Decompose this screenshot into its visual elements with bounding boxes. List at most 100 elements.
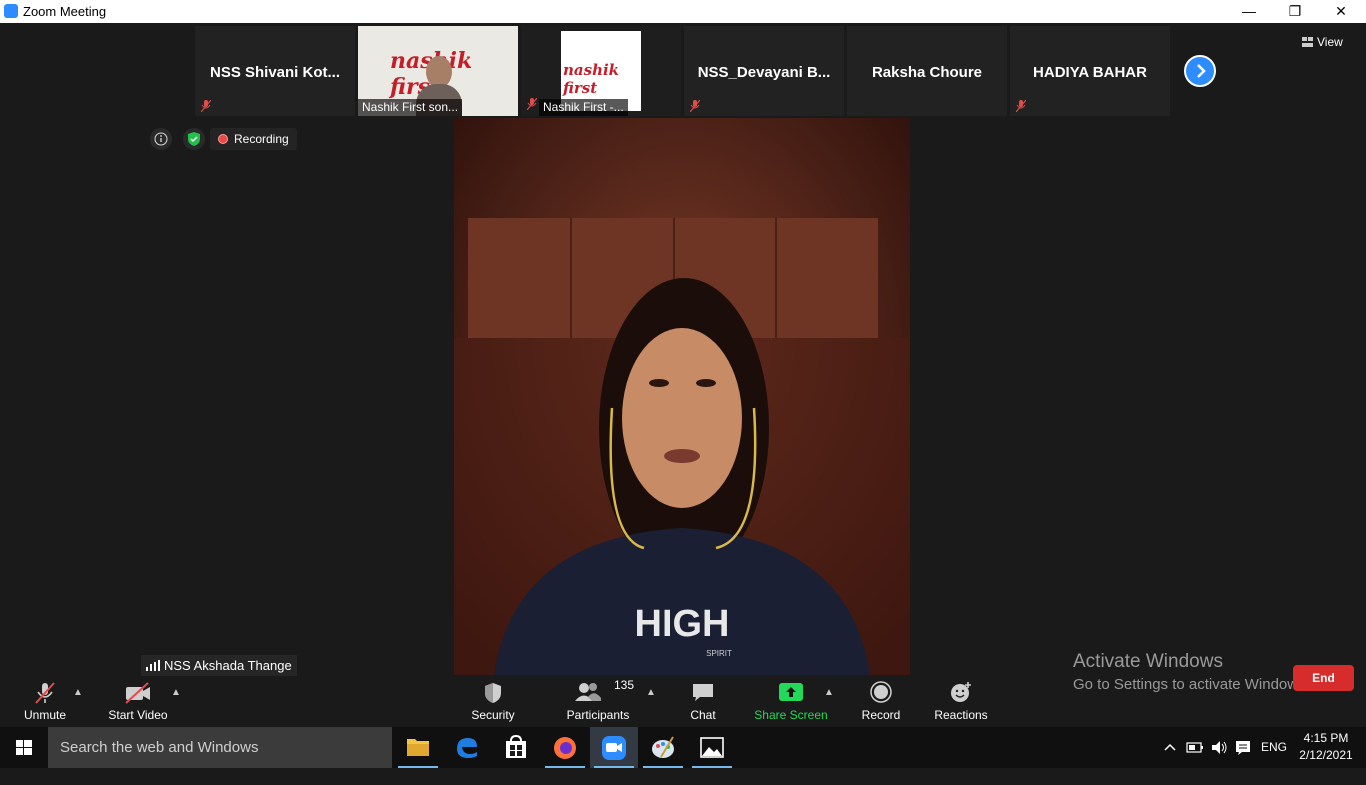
participant-caption: Nashik First -...: [539, 99, 628, 116]
meeting-toolbar: Unmute ▲ Start Video ▲ Security 135 Part…: [0, 673, 1366, 727]
speaker-name: NSS Akshada Thange: [164, 658, 292, 673]
muted-mic-icon: [527, 98, 537, 110]
restore-button[interactable]: ❐: [1272, 0, 1318, 23]
info-icon: [154, 132, 168, 146]
zoom-taskbar-button[interactable]: [590, 727, 638, 768]
reactions-icon: [951, 682, 971, 702]
unmute-button[interactable]: Unmute: [15, 673, 75, 727]
window-titlebar: Zoom Meeting — ❐ ✕: [0, 0, 1366, 23]
chat-button[interactable]: Chat: [678, 673, 728, 727]
store-taskbar-button[interactable]: [492, 727, 540, 768]
recording-indicator[interactable]: Recording: [210, 128, 297, 150]
shield-check-icon: [188, 132, 200, 146]
minimize-button[interactable]: —: [1226, 0, 1272, 23]
folder-icon: [407, 739, 429, 756]
participant-video-tile[interactable]: nashik first Nashik First son...: [358, 26, 518, 116]
security-button[interactable]: Security: [463, 673, 523, 727]
chevron-right-icon: [1197, 64, 1206, 78]
activate-windows-title: Activate Windows: [1073, 651, 1223, 672]
clock-time: 4:15 PM: [1303, 731, 1349, 745]
windows-taskbar: Search the web and Windows ENG 4:15 PM 2…: [0, 727, 1366, 768]
participants-label: Participants: [566, 708, 630, 722]
meeting-area: NSS Shivani Kot... nashik first Nashik F…: [0, 23, 1366, 727]
speaker-volume-icon: [1212, 741, 1227, 754]
reactions-button[interactable]: Reactions: [930, 673, 992, 727]
start-video-label: Start Video: [108, 708, 168, 722]
chat-icon: [693, 684, 713, 701]
input-language-indicator[interactable]: ENG: [1261, 727, 1287, 768]
start-video-button[interactable]: Start Video: [105, 673, 171, 727]
start-button[interactable]: [0, 727, 48, 768]
share-screen-label: Share Screen: [754, 708, 828, 722]
participant-name: Raksha Choure: [871, 64, 983, 81]
active-speaker-video: HIGH SPIRIT: [454, 118, 910, 675]
view-button[interactable]: View: [1302, 31, 1360, 53]
next-page-button[interactable]: [1184, 55, 1216, 87]
participant-name: NSS_Devayani B...: [697, 64, 831, 81]
muted-mic-icon: [35, 682, 55, 704]
security-label: Security: [471, 708, 515, 722]
record-label: Record: [861, 708, 901, 722]
participants-options-caret[interactable]: ▲: [646, 687, 656, 698]
chevron-up-icon: [1164, 743, 1176, 751]
grid-view-icon: [1302, 37, 1313, 47]
clock-date: 2/12/2021: [1299, 748, 1353, 762]
shirt-text: HIGH: [635, 603, 730, 645]
participants-button[interactable]: 135 Participants: [563, 673, 635, 727]
shirt-subtext: SPIRIT: [706, 649, 732, 658]
action-center-button[interactable]: [1234, 727, 1252, 768]
share-options-caret[interactable]: ▲: [824, 687, 834, 698]
window-title: Zoom Meeting: [23, 4, 107, 19]
muted-mic-icon: [201, 100, 211, 112]
participant-video-tile[interactable]: nashik first Nashik First -...: [521, 26, 681, 116]
paint-palette-icon: [652, 736, 674, 758]
record-icon: [870, 681, 892, 703]
share-screen-button[interactable]: Share Screen: [753, 673, 829, 727]
participant-caption: Nashik First son...: [358, 99, 463, 116]
taskbar-search-box[interactable]: Search the web and Windows: [48, 727, 392, 768]
reactions-label: Reactions: [934, 708, 988, 722]
participant-tile[interactable]: Raksha Choure: [847, 26, 1007, 116]
battery-icon: [1186, 742, 1203, 753]
taskbar-clock[interactable]: 4:15 PM 2/12/2021: [1292, 730, 1360, 764]
chat-label: Chat: [690, 708, 716, 722]
signal-bars-icon: [146, 660, 160, 671]
firefox-taskbar-button[interactable]: [541, 727, 589, 768]
recording-dot-icon: [218, 134, 228, 144]
meeting-info-button[interactable]: [150, 128, 172, 150]
zoom-icon: [602, 736, 626, 760]
participant-tile[interactable]: HADIYA BAHAR: [1010, 26, 1170, 116]
unmute-label: Unmute: [23, 708, 67, 722]
file-explorer-taskbar-button[interactable]: [394, 727, 442, 768]
participant-tile[interactable]: NSS Shivani Kot...: [195, 26, 355, 116]
view-label: View: [1317, 35, 1343, 49]
shield-icon: [485, 683, 501, 703]
firefox-icon: [554, 737, 576, 759]
notifications-icon: [1236, 741, 1250, 755]
zoom-app-icon: [4, 4, 18, 18]
participant-tile[interactable]: NSS_Devayani B...: [684, 26, 844, 116]
recording-label: Recording: [234, 132, 289, 146]
participant-name: HADIYA BAHAR: [1033, 64, 1147, 81]
video-off-icon: [125, 682, 150, 704]
participant-name: NSS Shivani Kot...: [209, 64, 341, 81]
store-bag-icon: [506, 734, 526, 758]
windows-logo-icon: [16, 740, 32, 755]
edge-browser-icon: [457, 738, 477, 758]
edge-taskbar-button[interactable]: [443, 727, 491, 768]
close-window-button[interactable]: ✕: [1318, 0, 1364, 23]
battery-tray-icon[interactable]: [1186, 727, 1204, 768]
audio-options-caret[interactable]: ▲: [73, 687, 83, 698]
photos-icon: [700, 737, 724, 758]
end-meeting-button[interactable]: End: [1293, 665, 1354, 691]
record-button[interactable]: Record: [855, 673, 907, 727]
video-options-caret[interactable]: ▲: [171, 687, 181, 698]
volume-tray-icon[interactable]: [1210, 727, 1228, 768]
participants-icon: [574, 683, 601, 701]
participants-count: 135: [614, 678, 635, 692]
share-screen-icon: [779, 683, 803, 701]
show-hidden-icons-button[interactable]: [1163, 727, 1177, 768]
photos-taskbar-button[interactable]: [688, 727, 736, 768]
encryption-button[interactable]: [183, 128, 205, 150]
paint-taskbar-button[interactable]: [639, 727, 687, 768]
